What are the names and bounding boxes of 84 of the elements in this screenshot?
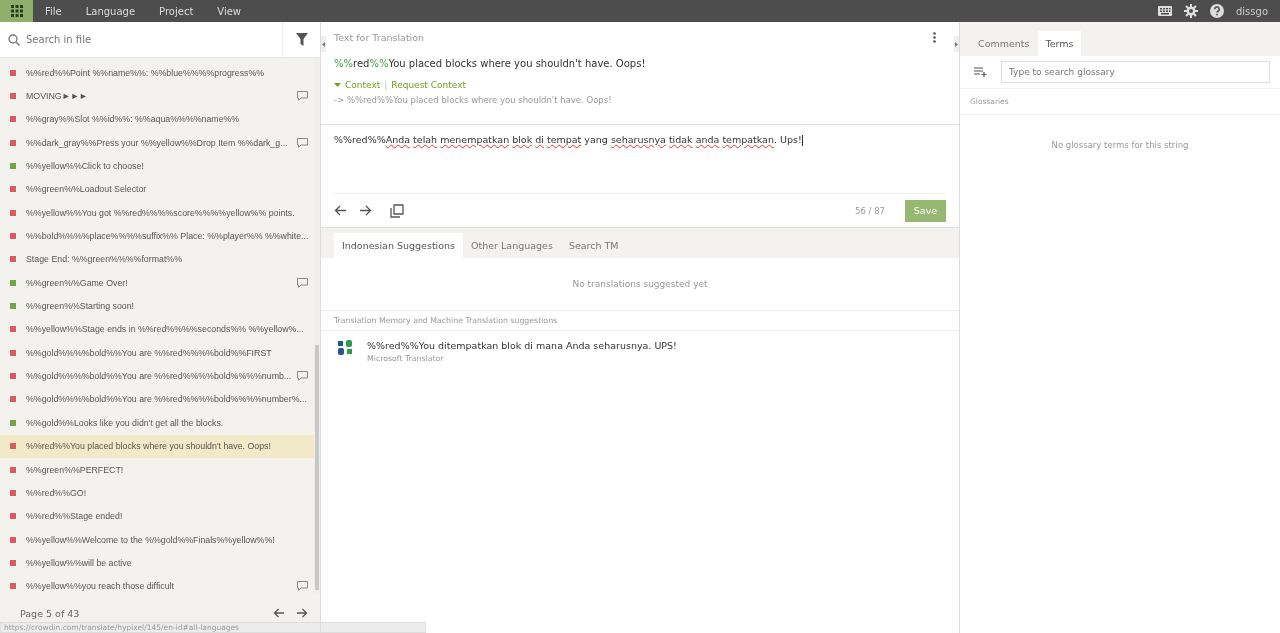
glossary-search-field[interactable]: Type to search glossary — [1001, 61, 1270, 83]
menu-item[interactable]: View — [205, 5, 254, 17]
user-name[interactable]: dissgo — [1236, 5, 1268, 17]
string-text: %%red%%Point %%name%%: %%blue%%%%progress%% — [26, 67, 266, 78]
string-text: %%gray%%Slot %%id%%: %%aqua%%%%name%% — [26, 114, 241, 125]
tab[interactable]: Indonesian Suggestions — [334, 233, 464, 258]
string-row[interactable]: %%red%%GO! — [0, 481, 315, 505]
collapse-left-icon[interactable] — [321, 36, 326, 52]
separator: | — [384, 80, 388, 90]
string-text: %%gold%%%%bold%%You are %%red%%%%bold%%%%numb... — [26, 371, 292, 382]
pagination-label: Page 5 of 43 — [20, 607, 80, 619]
source-text: %%red%%You placed blocks where you shouldn't have. Oops! — [334, 58, 647, 69]
string-row[interactable]: %%green%%Game Over! — [0, 271, 315, 295]
string-row[interactable]: %%yellow%%you reach those difficult — [0, 574, 315, 593]
string-text: %%yellow%%will be active — [26, 557, 133, 568]
string-text: MOVING►►► — [26, 91, 89, 101]
copy-icon[interactable] — [390, 203, 404, 218]
filter-icon[interactable] — [295, 33, 308, 46]
string-text: %%dark_gray%%Press your %%yellow%%Drop Item %%dark_g... — [26, 137, 289, 148]
string-row[interactable]: %%gold%%Looks like you didn't get all the blocks. — [0, 411, 315, 435]
search-icon — [8, 33, 20, 46]
string-row[interactable]: %%gold%%%%bold%%You are %%red%%%%bold%%FIRST — [0, 341, 315, 365]
string-row[interactable]: %%red%%Point %%name%%: %%blue%%%%progress%% — [0, 61, 315, 85]
string-text: %%yellow%%you reach those difficult — [26, 581, 175, 592]
string-row[interactable]: %%yellow%%You got %%red%%%%score%%%%yellow%% points. — [0, 201, 315, 225]
arrow-right-icon[interactable] — [296, 608, 308, 618]
string-row[interactable]: %%bold%%%%place%%%%suffix%% Place: %%player%% %%white... — [0, 224, 315, 248]
string-row[interactable]: %%yellow%%Click to choose! — [0, 154, 315, 178]
string-text: %%green%%Game Over! — [26, 277, 129, 288]
string-row[interactable]: %%gold%%%%bold%%You are %%red%%%%bold%%%%numb... — [0, 364, 315, 388]
add-list-icon[interactable] — [974, 67, 987, 77]
empty-message: No translations suggested yet — [321, 258, 959, 311]
string-text: %%red%%GO! — [26, 487, 88, 498]
menu-item[interactable]: Language — [73, 5, 148, 17]
string-row[interactable]: %%gold%%%%bold%%You are %%red%%%%bold%%%%number%... — [0, 387, 315, 412]
translation-field[interactable]: %%red%%Anda telah menempatkan blok di tempat yang seharusnya tidak anda tempatkan. Ups! — [321, 125, 959, 193]
string-text: %%yellow%%Click to choose! — [26, 161, 145, 172]
menu-item[interactable]: File — [33, 5, 74, 17]
string-row[interactable]: %%dark_gray%%Press your %%yellow%%Drop Item %%dark_g... — [0, 131, 315, 155]
caret-icon[interactable] — [334, 83, 341, 87]
arrow-right-icon[interactable] — [359, 205, 372, 216]
string-text: %%gold%%Looks like you didn't get all the blocks. — [26, 417, 225, 428]
string-row[interactable]: %%red%%You placed blocks where you shouldn't have. Oops! — [0, 434, 315, 458]
empty-message: No glossary terms for this string — [1050, 139, 1190, 152]
string-row[interactable]: %%yellow%%Stage ends in %%red%%%%seconds%% %%yellow%... — [0, 317, 315, 342]
translate-icon — [338, 340, 353, 355]
string-text: %%red%%Stage ended! — [26, 511, 124, 522]
suggestion-text[interactable]: %%red%%You ditempatkan blok di mana Anda seharusnya. UPS! — [367, 340, 677, 351]
string-text: %%green%%Starting soon! — [26, 301, 136, 312]
help-icon[interactable] — [1210, 4, 1224, 18]
tab[interactable]: Terms — [1037, 31, 1082, 56]
string-text: %%yellow%%Stage ends in %%red%%%%seconds%% %%yellow%... — [26, 324, 305, 335]
string-row[interactable]: %%yellow%%Welcome to the %%gold%%Finals%%yellow%%! — [0, 527, 315, 552]
character-count: 56 / 87 — [855, 205, 885, 216]
string-row[interactable]: %%gray%%Slot %%id%%: %%aqua%%%%name%% — [0, 107, 315, 132]
collapse-right-icon[interactable] — [954, 36, 959, 52]
arrow-left-icon[interactable] — [334, 205, 347, 216]
string-text: %%green%%PERFECT! — [26, 464, 125, 475]
string-row[interactable]: %%green%%PERFECT! — [0, 457, 315, 482]
string-row[interactable]: Stage End: %%green%%%%format%% — [0, 247, 315, 272]
string-row[interactable]: %%red%%Stage ended! — [0, 504, 315, 528]
string-text: %%gold%%%%bold%%You are %%red%%%%bold%%FIRST — [26, 347, 273, 358]
string-row[interactable]: MOVING►►► — [0, 84, 315, 108]
string-text: %%green%%Loadout Selector — [26, 184, 148, 195]
more-icon[interactable] — [933, 32, 936, 43]
string-row[interactable]: %%green%%Starting soon! — [0, 294, 315, 318]
menu-item[interactable]: Project — [147, 5, 206, 17]
string-text: %%yellow%%You got %%red%%%%score%%%%yellow%% points. — [26, 207, 296, 218]
tab[interactable]: Comments — [970, 31, 1038, 56]
string-text: Stage End: %%green%%%%format%% — [26, 254, 183, 265]
string-row[interactable]: %%yellow%%will be active — [0, 551, 315, 575]
string-row[interactable]: %%green%%Loadout Selector — [0, 177, 315, 202]
string-text: %%gold%%%%bold%%You are %%red%%%%bold%%%%number%... — [26, 394, 308, 405]
context-text: -> %%red%%You placed blocks where you shouldn't have. Oops! — [334, 95, 613, 105]
tab[interactable]: Other Languages — [463, 233, 561, 258]
string-text: %%bold%%%%place%%%%suffix%% Place: %%player%% %%white... — [26, 231, 309, 242]
arrow-left-icon[interactable] — [273, 608, 285, 618]
apps-grid-icon[interactable] — [0, 0, 33, 22]
settings-icon[interactable] — [1184, 4, 1198, 18]
keyboard-icon[interactable] — [1158, 6, 1172, 16]
string-text: %%red%%You placed blocks where you shouldn't have. Oops! — [26, 441, 272, 452]
tab[interactable]: Search TM — [560, 233, 627, 258]
string-text: %%yellow%%Welcome to the %%gold%%Finals%%yellow%%! — [26, 534, 276, 545]
section-heading: Text for Translation — [334, 32, 425, 43]
